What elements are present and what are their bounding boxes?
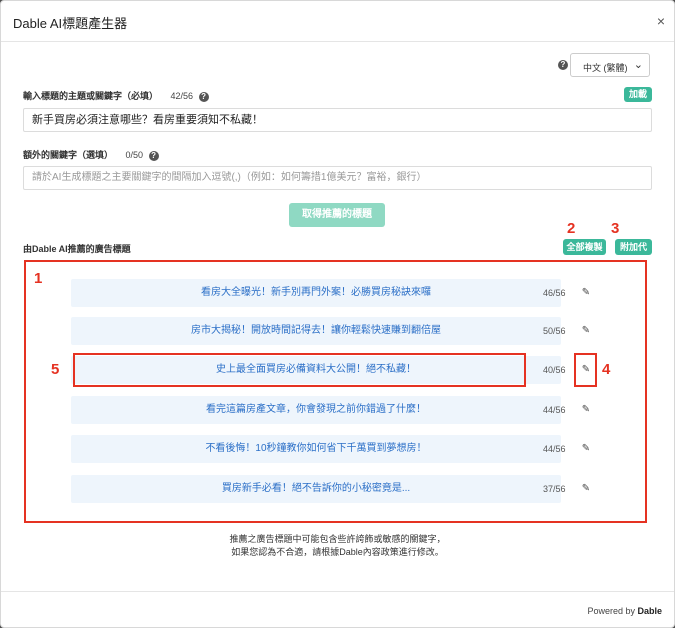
get-recommended-titles-button[interactable]: 取得推薦的標題 [289, 203, 385, 227]
powered-by-prefix: Powered by [587, 606, 638, 616]
title-generator-modal: Dable AI標題產生器 × ? 中文 (繁體) ⌄ 輸入標題的主題或關鍵字（… [0, 0, 675, 628]
language-selected: 中文 (繁體) [583, 63, 628, 73]
annotation-marker: 2 [567, 220, 576, 237]
policy-notice: 推薦之廣告標題中可能包含些許誇飾或敏感的關鍵字， 如果您認為不合適，請根據Dab… [1, 533, 674, 559]
annotation-marker: 3 [611, 220, 620, 237]
chevron-down-icon: ⌄ [633, 59, 643, 71]
load-button[interactable]: 加載 [624, 87, 652, 102]
annotation-box-edit [574, 353, 597, 387]
topic-char-count: 42/56 [170, 91, 194, 101]
close-icon[interactable]: × [657, 13, 665, 29]
help-icon[interactable]: ? [198, 91, 209, 102]
extra-char-count: 0/50 [125, 150, 144, 160]
annotation-marker: 4 [602, 361, 611, 378]
policy-notice-line: 推薦之廣告標題中可能包含些許誇飾或敏感的關鍵字， [229, 534, 446, 544]
topic-input[interactable]: 新手買房必須注意哪些？看房重要須知不私藏！ [23, 108, 652, 132]
footer-divider [1, 591, 674, 592]
recommended-titles-label: 由Dable AI推薦的廣告標題 [23, 244, 131, 254]
topic-label-text: 輸入標題的主題或關鍵字（必填） [23, 91, 159, 101]
annotation-marker: 5 [51, 361, 60, 378]
topic-label: 輸入標題的主題或關鍵字（必填） 42/56 ? [23, 89, 209, 102]
modal-header: Dable AI標題產生器 × [1, 1, 674, 42]
extra-keywords-label: 額外的關鍵字（選填） 0/50 ? [23, 148, 159, 161]
append-button[interactable]: 附加代 [615, 239, 652, 255]
help-icon[interactable]: ? [558, 60, 568, 70]
extra-keywords-input[interactable]: 請於AI生成標題之主要關鍵字的間隔加入逗號(,)（例如：如何籌措1億美元？富裕，… [23, 166, 652, 190]
copy-all-button[interactable]: 全部複製 [563, 239, 606, 255]
annotation-box-row [73, 353, 526, 387]
powered-by: Powered by Dable [587, 606, 662, 616]
language-select[interactable]: 中文 (繁體) ⌄ [570, 53, 650, 77]
policy-notice-line: 如果您認為不合適，請根據Dable內容政策進行修改。 [231, 547, 444, 557]
annotation-box-list [24, 260, 647, 523]
modal-title: Dable AI標題產生器 [13, 16, 128, 31]
annotation-marker: 1 [34, 270, 43, 287]
brand-name: Dable [637, 606, 662, 616]
help-icon[interactable]: ? [148, 150, 159, 161]
extra-keywords-label-text: 額外的關鍵字（選填） [23, 150, 114, 160]
